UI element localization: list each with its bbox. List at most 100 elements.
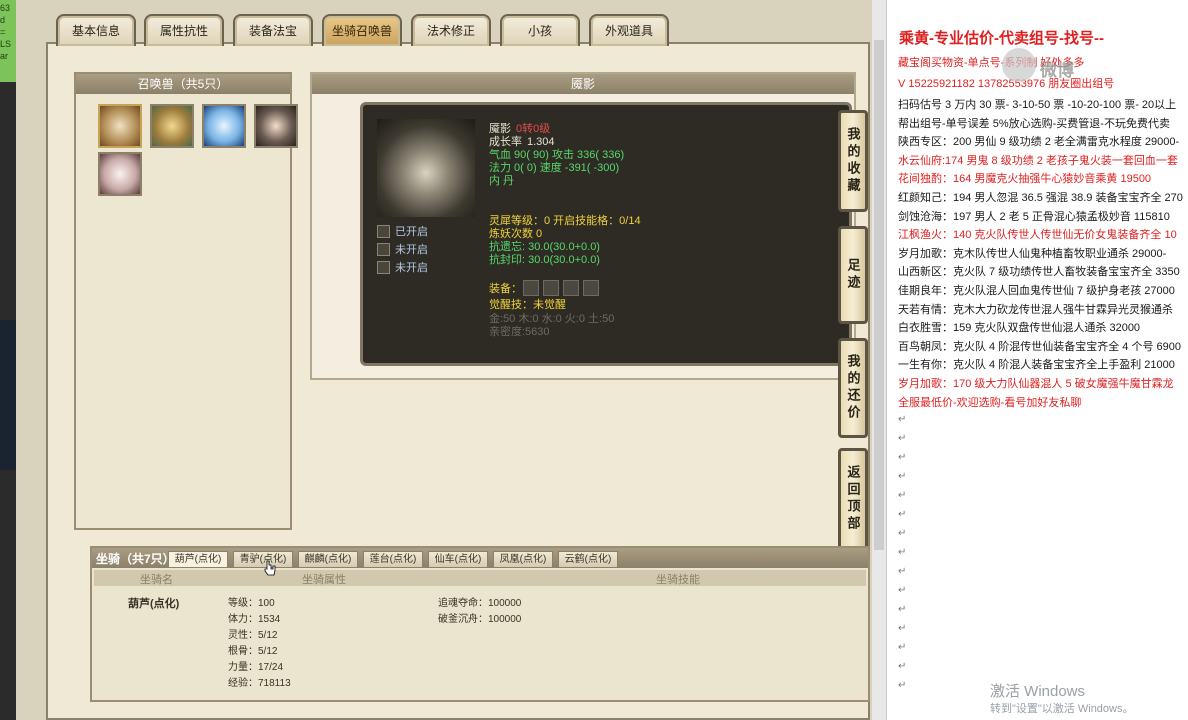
- my-favorites-button[interactable]: 我的收藏: [838, 110, 868, 212]
- summon-avatar-5[interactable]: [98, 152, 142, 196]
- doc-line: 山西新区：克火队 7 级功绩传世人畜牧装备宝宝齐全 3350: [898, 266, 1180, 279]
- pet-portrait: [377, 119, 475, 217]
- paragraph-mark-icon: ↵: [898, 452, 907, 464]
- pet-name: 魇影: [489, 123, 511, 135]
- paragraph-mark-icon: ↵: [898, 547, 907, 559]
- summon-avatar-4[interactable]: [254, 104, 298, 148]
- pet-info-card: 魇影 0转0级 成长率 1.304 气血 90( 90) 攻击 336( 336…: [360, 102, 852, 366]
- mount-tab-3[interactable]: 麒麟(点化): [298, 551, 358, 568]
- mount-skills: 追魂夺命：100000 破釜沉舟：100000: [438, 596, 521, 628]
- equip-slot[interactable]: [523, 280, 539, 296]
- mount-title: 坐骑（共7只）: [96, 552, 175, 566]
- mount-attr: 根骨：5/12: [228, 646, 278, 657]
- activate-windows-title: 激活 Windows: [990, 683, 1086, 700]
- pet-resist-forget: 抗遗忘: 30.0(30.0+0.0): [489, 241, 600, 253]
- summon-avatar-2[interactable]: [150, 104, 194, 148]
- summon-list-header: 召唤兽（共5只）: [76, 74, 290, 94]
- tab-4[interactable]: 坐骑召唤兽: [322, 14, 402, 46]
- equip-slot[interactable]: [583, 280, 599, 296]
- doc-line: 天若有情：克木大力砍龙传世混人强牛甘霖异光灵猴通杀: [898, 303, 1173, 316]
- tab-6[interactable]: 小孩: [500, 14, 580, 46]
- footprints-label: 足迹: [845, 258, 861, 292]
- doc-line: 佳期良年：克火队混人回血鬼传世仙 7 级护身老孩 27000: [898, 285, 1175, 297]
- pet-growth-label: 成长率: [489, 136, 522, 148]
- doc-title: 乘黄-专业估价-代卖组号-找号--: [899, 30, 1104, 47]
- lock-label-2: 未开启: [395, 244, 428, 256]
- pet-rebirth: 0转0级: [516, 123, 551, 135]
- mount-table-header: [94, 570, 866, 586]
- scrollbar-thumb[interactable]: [874, 40, 884, 550]
- mount-tab-6[interactable]: 凤凰(点化): [493, 551, 553, 568]
- pet-intimacy: 亲密度:5630: [489, 326, 550, 338]
- pet-growth-value: 1.304: [527, 136, 555, 148]
- pet-spirit: 灵犀等级：0 开启技能格：0/14: [489, 215, 641, 227]
- mount-col-attrs: 坐骑属性: [302, 574, 346, 586]
- paragraph-mark-icon: ↵: [898, 414, 907, 426]
- tab-2[interactable]: 属性抗性: [144, 14, 224, 46]
- background-window-edge: 63 d = LS ar: [0, 0, 16, 720]
- paragraph-mark-icon: ↵: [898, 585, 907, 597]
- doc-line: 花间独酌：164 男魔克火抽强牛心猿妙音乘黄 19500: [898, 173, 1152, 186]
- mount-attrs: 等级：100 体力：1534 灵性：5/12 根骨：5/12 力量：17/24 …: [228, 596, 291, 692]
- mount-attr: 力量：17/24: [228, 662, 284, 673]
- doc-line: 岁月加歌：170 级大力队仙器混人 5 破女魔强牛魔甘霖龙: [898, 378, 1174, 390]
- my-counteroffer-button[interactable]: 我的还价: [838, 338, 868, 438]
- tab-3[interactable]: 装备法宝: [233, 14, 313, 46]
- weibo-logo-icon: [1002, 48, 1036, 82]
- tab-1[interactable]: 基本信息: [56, 14, 136, 46]
- mount-col-skills: 坐骑技能: [656, 574, 700, 586]
- mount-attr: 经验：718113: [228, 678, 291, 689]
- paragraph-mark-icon: ↵: [898, 490, 907, 502]
- pet-resist-seal: 抗封印: 30.0(30.0+0.0): [489, 254, 600, 266]
- mount-tab-5[interactable]: 仙车(点化): [428, 551, 488, 568]
- summon-avatar-1[interactable]: [98, 104, 142, 148]
- lock-label-1: 已开启: [395, 226, 428, 238]
- doc-line: 水云仙府:174 男鬼 8 级功绩 2 老孩子鬼火装一套回血一套: [898, 154, 1178, 167]
- mount-attr: 体力：1534: [228, 614, 281, 625]
- back-to-top-label: 返回顶部: [845, 465, 861, 533]
- mount-col-name: 坐骑名: [140, 574, 173, 586]
- doc-line: 剑蚀沧海：197 男人 2 老 5 正骨混心猿孟极妙音 115810: [898, 210, 1170, 223]
- doc-line: 百鸟朝凤：克火队 4 阶混传世仙装备宝宝齐全 4 个号 6900: [898, 340, 1181, 353]
- paragraph-mark-icon: ↵: [898, 566, 907, 578]
- mount-attr: 灵性：5/12: [228, 630, 278, 641]
- doc-line: 白衣胜雪：159 克火队双盘传世仙混人通杀 32000: [898, 322, 1141, 335]
- tab-7[interactable]: 外观道具: [589, 14, 669, 46]
- screen: 63 d = LS ar 基本信息 属性抗性 装备法宝 坐骑召唤兽 法术修正 小孩 外观道具…: [0, 0, 1188, 720]
- doc-line: 江枫渔火：140 克火队传世人传世仙无价女鬼装备齐全 10: [898, 229, 1177, 242]
- mount-skill: 破釜沉舟：100000: [438, 614, 522, 625]
- mount-attr: 等级：100: [228, 598, 275, 609]
- footprints-button[interactable]: 足迹: [838, 226, 868, 324]
- my-favorites-label: 我的收藏: [845, 127, 861, 195]
- pet-mp-speed: 法力 0( 0) 速度 -391( -300): [489, 162, 620, 174]
- summon-detail-header: 魇影: [312, 74, 854, 94]
- paragraph-mark-icon: ↵: [898, 433, 907, 445]
- doc-line: 一生有你：克火队 4 阶混人装备宝宝齐全上手盈利 21000: [898, 359, 1175, 372]
- pet-awaken: 觉醒技：未觉醒: [489, 299, 566, 311]
- paragraph-mark-icon: ↵: [898, 471, 907, 483]
- weibo-watermark: 微博: [1040, 61, 1074, 80]
- mount-tab-7[interactable]: 云鹤(点化): [558, 551, 618, 568]
- mount-name: 葫芦(点化): [128, 598, 180, 610]
- doc-line: 陕西专区：200 男仙 9 级功绩 2 老全满雷克水程度 29000-: [898, 136, 1180, 149]
- back-to-top-button[interactable]: 返回顶部: [838, 448, 868, 550]
- paragraph-mark-icon: ↵: [898, 680, 907, 692]
- paragraph-mark-icon: ↵: [898, 623, 907, 635]
- doc-line: 全服最低价-欢迎选购-看号加好友私聊: [898, 396, 1082, 409]
- summon-avatar-3[interactable]: [202, 104, 246, 148]
- activate-windows-hint: 转到"设置"以激活 Windows。: [990, 703, 1134, 715]
- lock-icon: [377, 243, 390, 256]
- lock-icon: [377, 225, 390, 238]
- paragraph-mark-icon: ↵: [898, 642, 907, 654]
- background-window-text: 63 d = LS ar: [0, 3, 12, 61]
- equip-slot[interactable]: [543, 280, 559, 296]
- mount-tab-2[interactable]: 青驴(点化): [233, 551, 293, 568]
- lock-label-3: 未开启: [395, 262, 428, 274]
- tab-5[interactable]: 法术修正: [411, 14, 491, 46]
- mount-tab-4[interactable]: 莲台(点化): [363, 551, 423, 568]
- mount-tab-1[interactable]: 葫芦(点化): [168, 551, 228, 568]
- paragraph-mark-icon: ↵: [898, 509, 907, 521]
- equip-slot[interactable]: [563, 280, 579, 296]
- doc-line: 帮出组号-单号误差 5%放心选购-买费管退-不玩免费代卖: [898, 117, 1170, 130]
- doc-line: 扫码估号 3 万内 30 票- 3-10-50 票 -10-20-100 票- …: [898, 99, 1177, 111]
